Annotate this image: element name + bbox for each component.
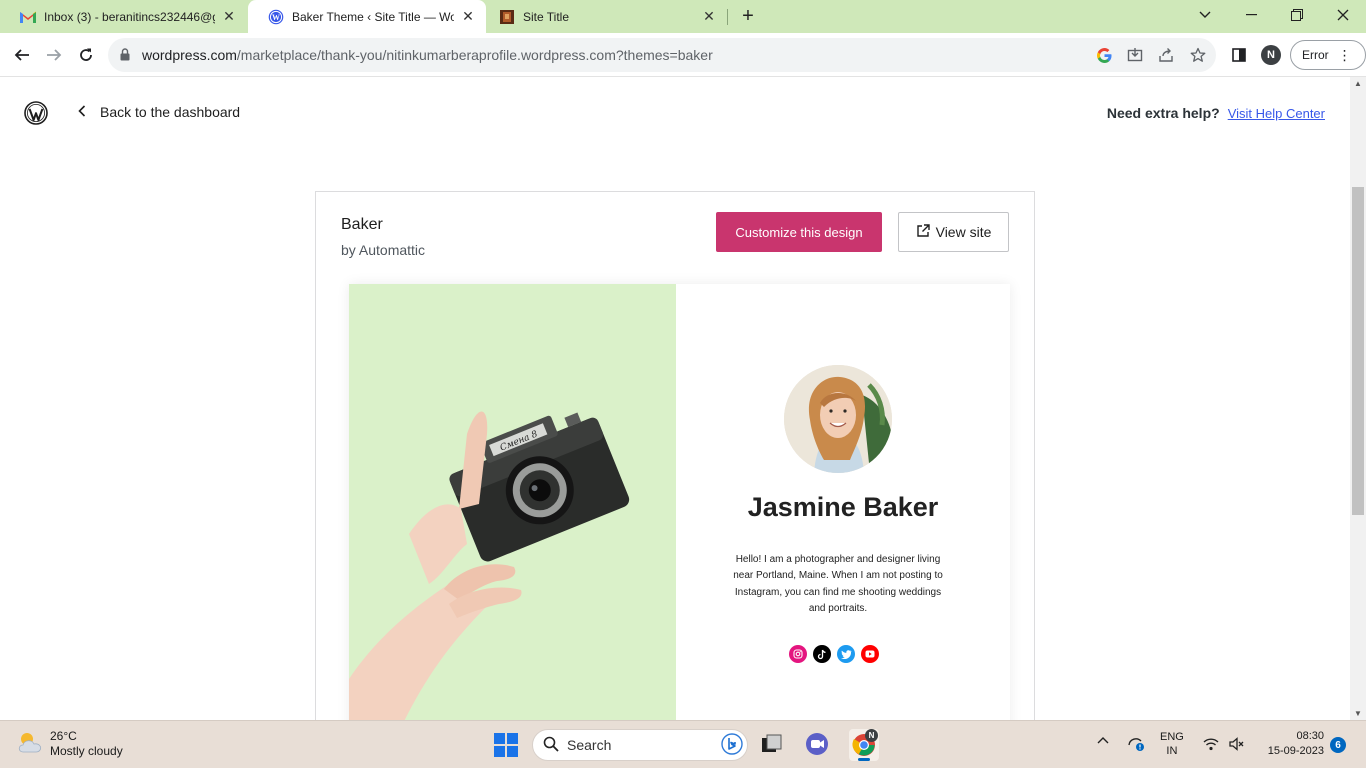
site-thumbnail-icon — [499, 9, 515, 25]
bing-icon[interactable] — [721, 732, 743, 758]
person-name: Jasmine Baker — [747, 492, 939, 522]
error-button[interactable]: Error ⋮ — [1290, 40, 1366, 70]
show-hidden-icons-chevron-icon[interactable] — [1097, 735, 1109, 747]
search-label: Search — [567, 737, 612, 753]
weather-temperature: 26°C — [50, 729, 77, 743]
address-bar[interactable]: wordpress.com/marketplace/thank-you/niti… — [108, 38, 1216, 72]
chrome-taskbar-icon[interactable]: N — [849, 729, 879, 761]
page-content: Back to the dashboard Need extra help? V… — [0, 77, 1350, 720]
close-tab-icon[interactable]: ✕ — [701, 8, 717, 25]
tab-search-chevron-icon[interactable] — [1182, 0, 1228, 30]
camera-photo: Смена 8 — [349, 284, 676, 720]
url-text: wordpress.com/marketplace/thank-you/niti… — [142, 47, 713, 63]
bio-text: Hello! I am a photographer and designer … — [733, 554, 943, 614]
weather-description: Mostly cloudy — [50, 744, 123, 758]
active-app-indicator — [858, 758, 870, 761]
browser-toolbar: wordpress.com/marketplace/thank-you/niti… — [0, 33, 1366, 77]
theme-author: by Automattic — [341, 242, 426, 258]
tab-divider — [727, 9, 728, 25]
language-code: ENG — [1160, 731, 1184, 743]
lock-icon[interactable] — [120, 48, 130, 66]
wifi-icon[interactable] — [1203, 737, 1219, 754]
error-label: Error — [1302, 48, 1329, 62]
tab-site-title[interactable]: Site Title ✕ — [487, 0, 727, 33]
page-scrollbar[interactable]: ▲ ▼ — [1350, 77, 1366, 720]
theme-card: Baker by Automattic Customize this desig… — [315, 191, 1035, 720]
region-code: IN — [1166, 745, 1178, 757]
tab-baker-theme[interactable]: W Baker Theme ‹ Site Title — WordPress.c… — [248, 0, 486, 33]
clock-date: 15-09-2023 — [1267, 745, 1324, 757]
search-icon — [543, 736, 559, 755]
clock[interactable]: 08:30 15-09-2023 — [1258, 729, 1324, 759]
new-tab-button[interactable]: + — [737, 5, 759, 27]
url-path: /marketplace/thank-you/nitinkumarberapro… — [236, 47, 713, 63]
language-indicator[interactable]: ENG IN — [1160, 730, 1184, 758]
restore-button[interactable] — [1274, 0, 1320, 30]
help-section: Need extra help? Visit Help Center — [1107, 105, 1325, 121]
customize-design-button[interactable]: Customize this design — [716, 212, 882, 252]
tab-strip: Inbox (3) - beranitincs232446@gmail.com … — [0, 0, 1366, 33]
tab-title: Baker Theme ‹ Site Title — WordPress.com — [292, 9, 454, 24]
scroll-up-arrow-icon[interactable]: ▲ — [1354, 79, 1362, 88]
back-to-dashboard-link[interactable]: Back to the dashboard — [78, 104, 240, 120]
close-tab-icon[interactable]: ✕ — [221, 8, 237, 25]
theme-preview[interactable]: Смена 8 Jasmine Baker Hello! I am a phot… — [349, 284, 1010, 720]
scrollbar-thumb[interactable] — [1352, 187, 1364, 515]
speaker-muted-icon[interactable] — [1229, 737, 1245, 754]
tiktok-icon[interactable] — [813, 645, 831, 663]
network-alert-icon[interactable] — [1127, 736, 1145, 755]
back-label: Back to the dashboard — [100, 104, 241, 120]
chrome-profile-badge: N — [865, 729, 878, 742]
more-menu-icon[interactable]: ⋮ — [1338, 47, 1352, 64]
bookmark-star-icon[interactable] — [1189, 46, 1207, 64]
wordpress-icon: W — [268, 9, 284, 25]
url-host: wordpress.com — [142, 47, 237, 63]
close-tab-icon[interactable]: ✕ — [460, 8, 476, 25]
install-app-icon[interactable] — [1126, 46, 1144, 64]
reload-icon[interactable] — [72, 41, 100, 69]
cloudy-weather-icon — [16, 730, 44, 759]
share-icon[interactable] — [1157, 46, 1175, 64]
windows-start-icon[interactable] — [494, 733, 518, 762]
taskbar-search-box[interactable]: Search — [532, 729, 748, 761]
chevron-left-icon — [78, 104, 86, 120]
tab-gmail[interactable]: Inbox (3) - beranitincs232446@gmail.com … — [0, 0, 247, 33]
close-window-button[interactable] — [1320, 0, 1366, 30]
view-site-button[interactable]: View site — [898, 212, 1009, 252]
help-question: Need extra help? — [1106, 105, 1220, 121]
weather-widget[interactable]: 26°C Mostly cloudy — [16, 729, 123, 759]
profile-avatar[interactable]: N — [1261, 45, 1281, 65]
teams-chat-icon[interactable] — [804, 731, 830, 757]
google-icon[interactable] — [1095, 46, 1113, 64]
wordpress-logo-icon[interactable] — [24, 101, 48, 130]
back-arrow-icon[interactable] — [8, 41, 36, 69]
tab-title: Inbox (3) - beranitincs232446@gmail.com — [44, 9, 215, 24]
notification-badge[interactable]: 6 — [1330, 737, 1346, 753]
minimize-button[interactable] — [1228, 0, 1274, 30]
scroll-down-arrow-icon[interactable]: ▼ — [1354, 709, 1362, 718]
profile-photo — [784, 365, 892, 473]
social-links — [789, 645, 879, 663]
clock-time: 08:30 — [1296, 730, 1324, 742]
svg-text:W: W — [272, 13, 280, 22]
taskbar: 26°C Mostly cloudy Search N ENG IN 08:30… — [0, 720, 1366, 768]
instagram-icon[interactable] — [789, 645, 807, 663]
external-link-icon — [916, 223, 930, 241]
view-site-label: View site — [935, 224, 992, 240]
side-panel-icon[interactable] — [1229, 45, 1249, 65]
theme-name: Baker — [341, 216, 383, 233]
twitter-icon[interactable] — [837, 645, 855, 663]
task-view-icon[interactable] — [759, 731, 785, 757]
visit-help-center-link[interactable]: Visit Help Center — [1228, 106, 1325, 121]
gmail-icon — [20, 9, 36, 25]
youtube-icon[interactable] — [861, 645, 879, 663]
tab-title: Site Title — [523, 9, 570, 24]
forward-arrow-icon[interactable] — [40, 41, 68, 69]
